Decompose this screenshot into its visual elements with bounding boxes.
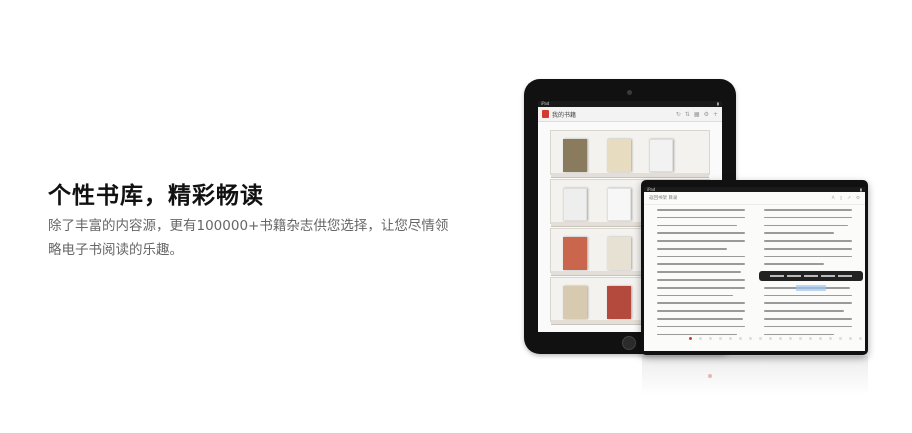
- shelf-board: [551, 173, 709, 178]
- book-cover[interactable]: [563, 237, 587, 270]
- refresh-icon[interactable]: ↻: [676, 111, 681, 118]
- book-cover[interactable]: [607, 286, 631, 319]
- status-carrier: iPad: [541, 101, 550, 106]
- book-cover[interactable]: [607, 139, 631, 172]
- sort-icon[interactable]: ⇅: [685, 111, 690, 118]
- device-reflection: [642, 356, 868, 396]
- reader-nav-links[interactable]: 返回书架 目录: [649, 195, 677, 201]
- add-icon[interactable]: +: [713, 111, 718, 118]
- book-cover[interactable]: [563, 188, 587, 221]
- bookshelf-header: 我的书籍 ↻ ⇅ ▦ ⚙ +: [538, 107, 722, 122]
- book-cover[interactable]: [563, 286, 587, 319]
- grid-icon[interactable]: ▦: [694, 111, 700, 118]
- bookshelf-title: 我的书籍: [552, 111, 577, 119]
- share-icon[interactable]: ↗: [847, 196, 851, 201]
- page-left-text: [657, 209, 749, 341]
- book-cover[interactable]: [563, 139, 587, 172]
- bookmark-icon[interactable]: ▯: [840, 196, 842, 201]
- book-cover[interactable]: [649, 139, 673, 172]
- camera: [627, 90, 632, 95]
- shelf-row: [550, 130, 710, 178]
- battery-icon: ▮: [859, 187, 862, 192]
- reader-toolbar: 返回书架 目录 A ▯ ↗ ⚙: [644, 192, 865, 205]
- home-button[interactable]: [622, 336, 636, 350]
- book-cover[interactable]: [607, 237, 631, 270]
- status-carrier: iPad: [647, 187, 656, 192]
- settings-icon[interactable]: ⚙: [856, 196, 860, 201]
- settings-icon[interactable]: ⚙: [704, 111, 709, 118]
- battery-icon: ▮: [716, 101, 719, 106]
- promo-title: 个性书库，精彩畅读: [48, 183, 264, 209]
- text-selection-menu[interactable]: [759, 271, 863, 281]
- app-logo-icon: [542, 110, 549, 118]
- promo-description: 除了丰富的内容源，更有100000+书籍杂志供您选择，让您尽情领略电子书阅读的乐…: [48, 218, 449, 258]
- reader-screen: iPad ▮ 返回书架 目录 A ▯ ↗ ⚙: [644, 187, 865, 351]
- font-icon[interactable]: A: [832, 196, 835, 201]
- page-indicator[interactable]: [689, 337, 865, 340]
- reflection-dot: [708, 374, 712, 378]
- text-highlight[interactable]: [796, 285, 826, 291]
- ipad-reader-device: iPad ▮ 返回书架 目录 A ▯ ↗ ⚙: [641, 180, 868, 355]
- book-cover[interactable]: [607, 188, 631, 221]
